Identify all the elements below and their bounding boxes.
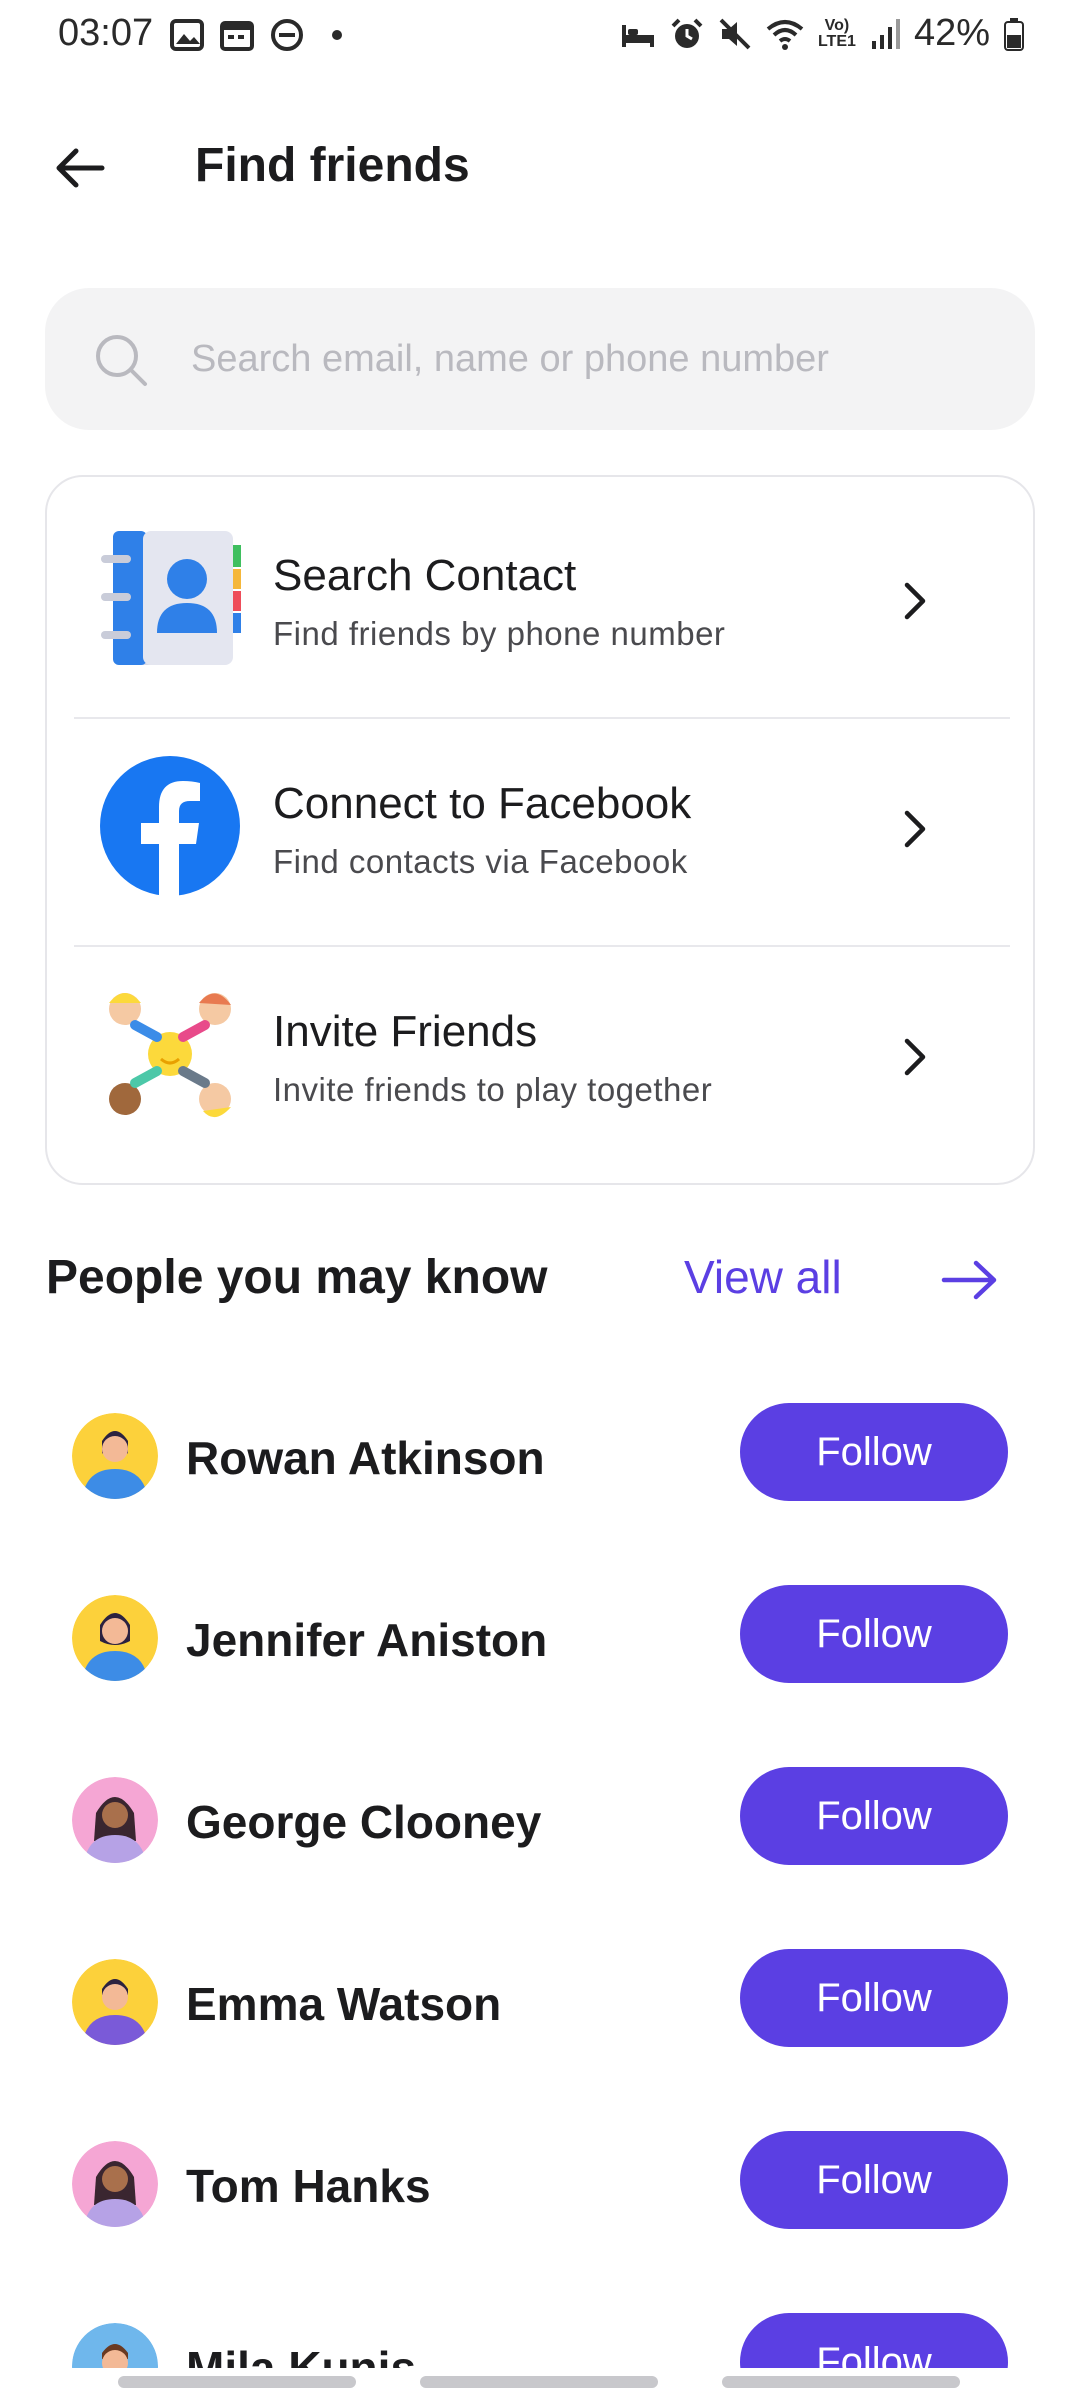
avatar: [72, 1413, 158, 1499]
option-subtitle: Find friends by phone number: [273, 615, 726, 652]
person-name: Emma Watson: [186, 1978, 502, 2030]
option-title: Connect to Facebook: [273, 779, 692, 828]
search-bar[interactable]: [45, 288, 1035, 430]
back-button[interactable]: [50, 138, 110, 198]
person-row: Jennifer Aniston Follow: [0, 1585, 1080, 1695]
option-title: Search Contact: [273, 551, 577, 600]
nav-gesture-bar[interactable]: [420, 2376, 658, 2388]
person-row: George Clooney Follow: [0, 1767, 1080, 1877]
person-row: Tom Hanks Follow: [0, 2131, 1080, 2241]
follow-button[interactable]: Follow: [740, 1403, 1008, 1501]
avatar: [72, 2141, 158, 2227]
person-row: Mila Kunis Follow: [0, 2313, 1080, 2368]
person-name: Tom Hanks: [186, 2160, 431, 2212]
search-input[interactable]: [191, 288, 991, 430]
person-name: Jennifer Aniston: [186, 1614, 548, 1666]
nav-gesture-bar[interactable]: [118, 2376, 356, 2388]
person-name: George Clooney: [186, 1796, 542, 1848]
follow-button[interactable]: Follow: [740, 1585, 1008, 1683]
avatar: [72, 1777, 158, 1863]
follow-button[interactable]: Follow: [740, 2131, 1008, 2229]
person-name: Rowan Atkinson: [186, 1432, 545, 1484]
find-options-card: Search Contact Find friends by phone num…: [45, 475, 1035, 1185]
chevron-right-icon: [904, 810, 926, 848]
screen-content: Find friends Search Contact Find friends…: [0, 0, 1080, 2368]
follow-button[interactable]: Follow: [740, 2313, 1008, 2368]
search-contact-option[interactable]: Search Contact Find friends by phone num…: [47, 477, 1037, 705]
connect-facebook-option[interactable]: Connect to Facebook Find contacts via Fa…: [47, 705, 1037, 933]
avatar: [72, 1959, 158, 2045]
person-row: Emma Watson Follow: [0, 1949, 1080, 2059]
follow-button[interactable]: Follow: [740, 1949, 1008, 2047]
people-section-title: People you may know: [46, 1251, 548, 1304]
nav-gesture-bar[interactable]: [722, 2376, 960, 2388]
person-row: Rowan Atkinson Follow: [0, 1403, 1080, 1513]
app-header: Find friends: [0, 120, 1080, 210]
friends-circle-icon: [109, 993, 231, 1118]
arrow-left-icon: [56, 148, 105, 188]
arrow-right-icon[interactable]: [940, 1255, 1000, 1305]
follow-button[interactable]: Follow: [740, 1767, 1008, 1865]
invite-friends-option[interactable]: Invite Friends Invite friends to play to…: [47, 933, 1037, 1161]
chevron-right-icon: [904, 1038, 926, 1076]
option-subtitle: Find contacts via Facebook: [273, 843, 688, 880]
avatar: [72, 1595, 158, 1681]
chevron-right-icon: [904, 582, 926, 620]
view-all-link[interactable]: View all: [684, 1250, 842, 1304]
contacts-book-icon: [101, 531, 241, 665]
search-icon: [96, 335, 147, 386]
option-subtitle: Invite friends to play together: [273, 1071, 713, 1108]
option-title: Invite Friends: [273, 1007, 538, 1056]
person-name: Mila Kunis: [186, 2342, 417, 2368]
page-title: Find friends: [195, 139, 470, 192]
facebook-icon: [100, 756, 240, 896]
avatar: [72, 2323, 158, 2368]
